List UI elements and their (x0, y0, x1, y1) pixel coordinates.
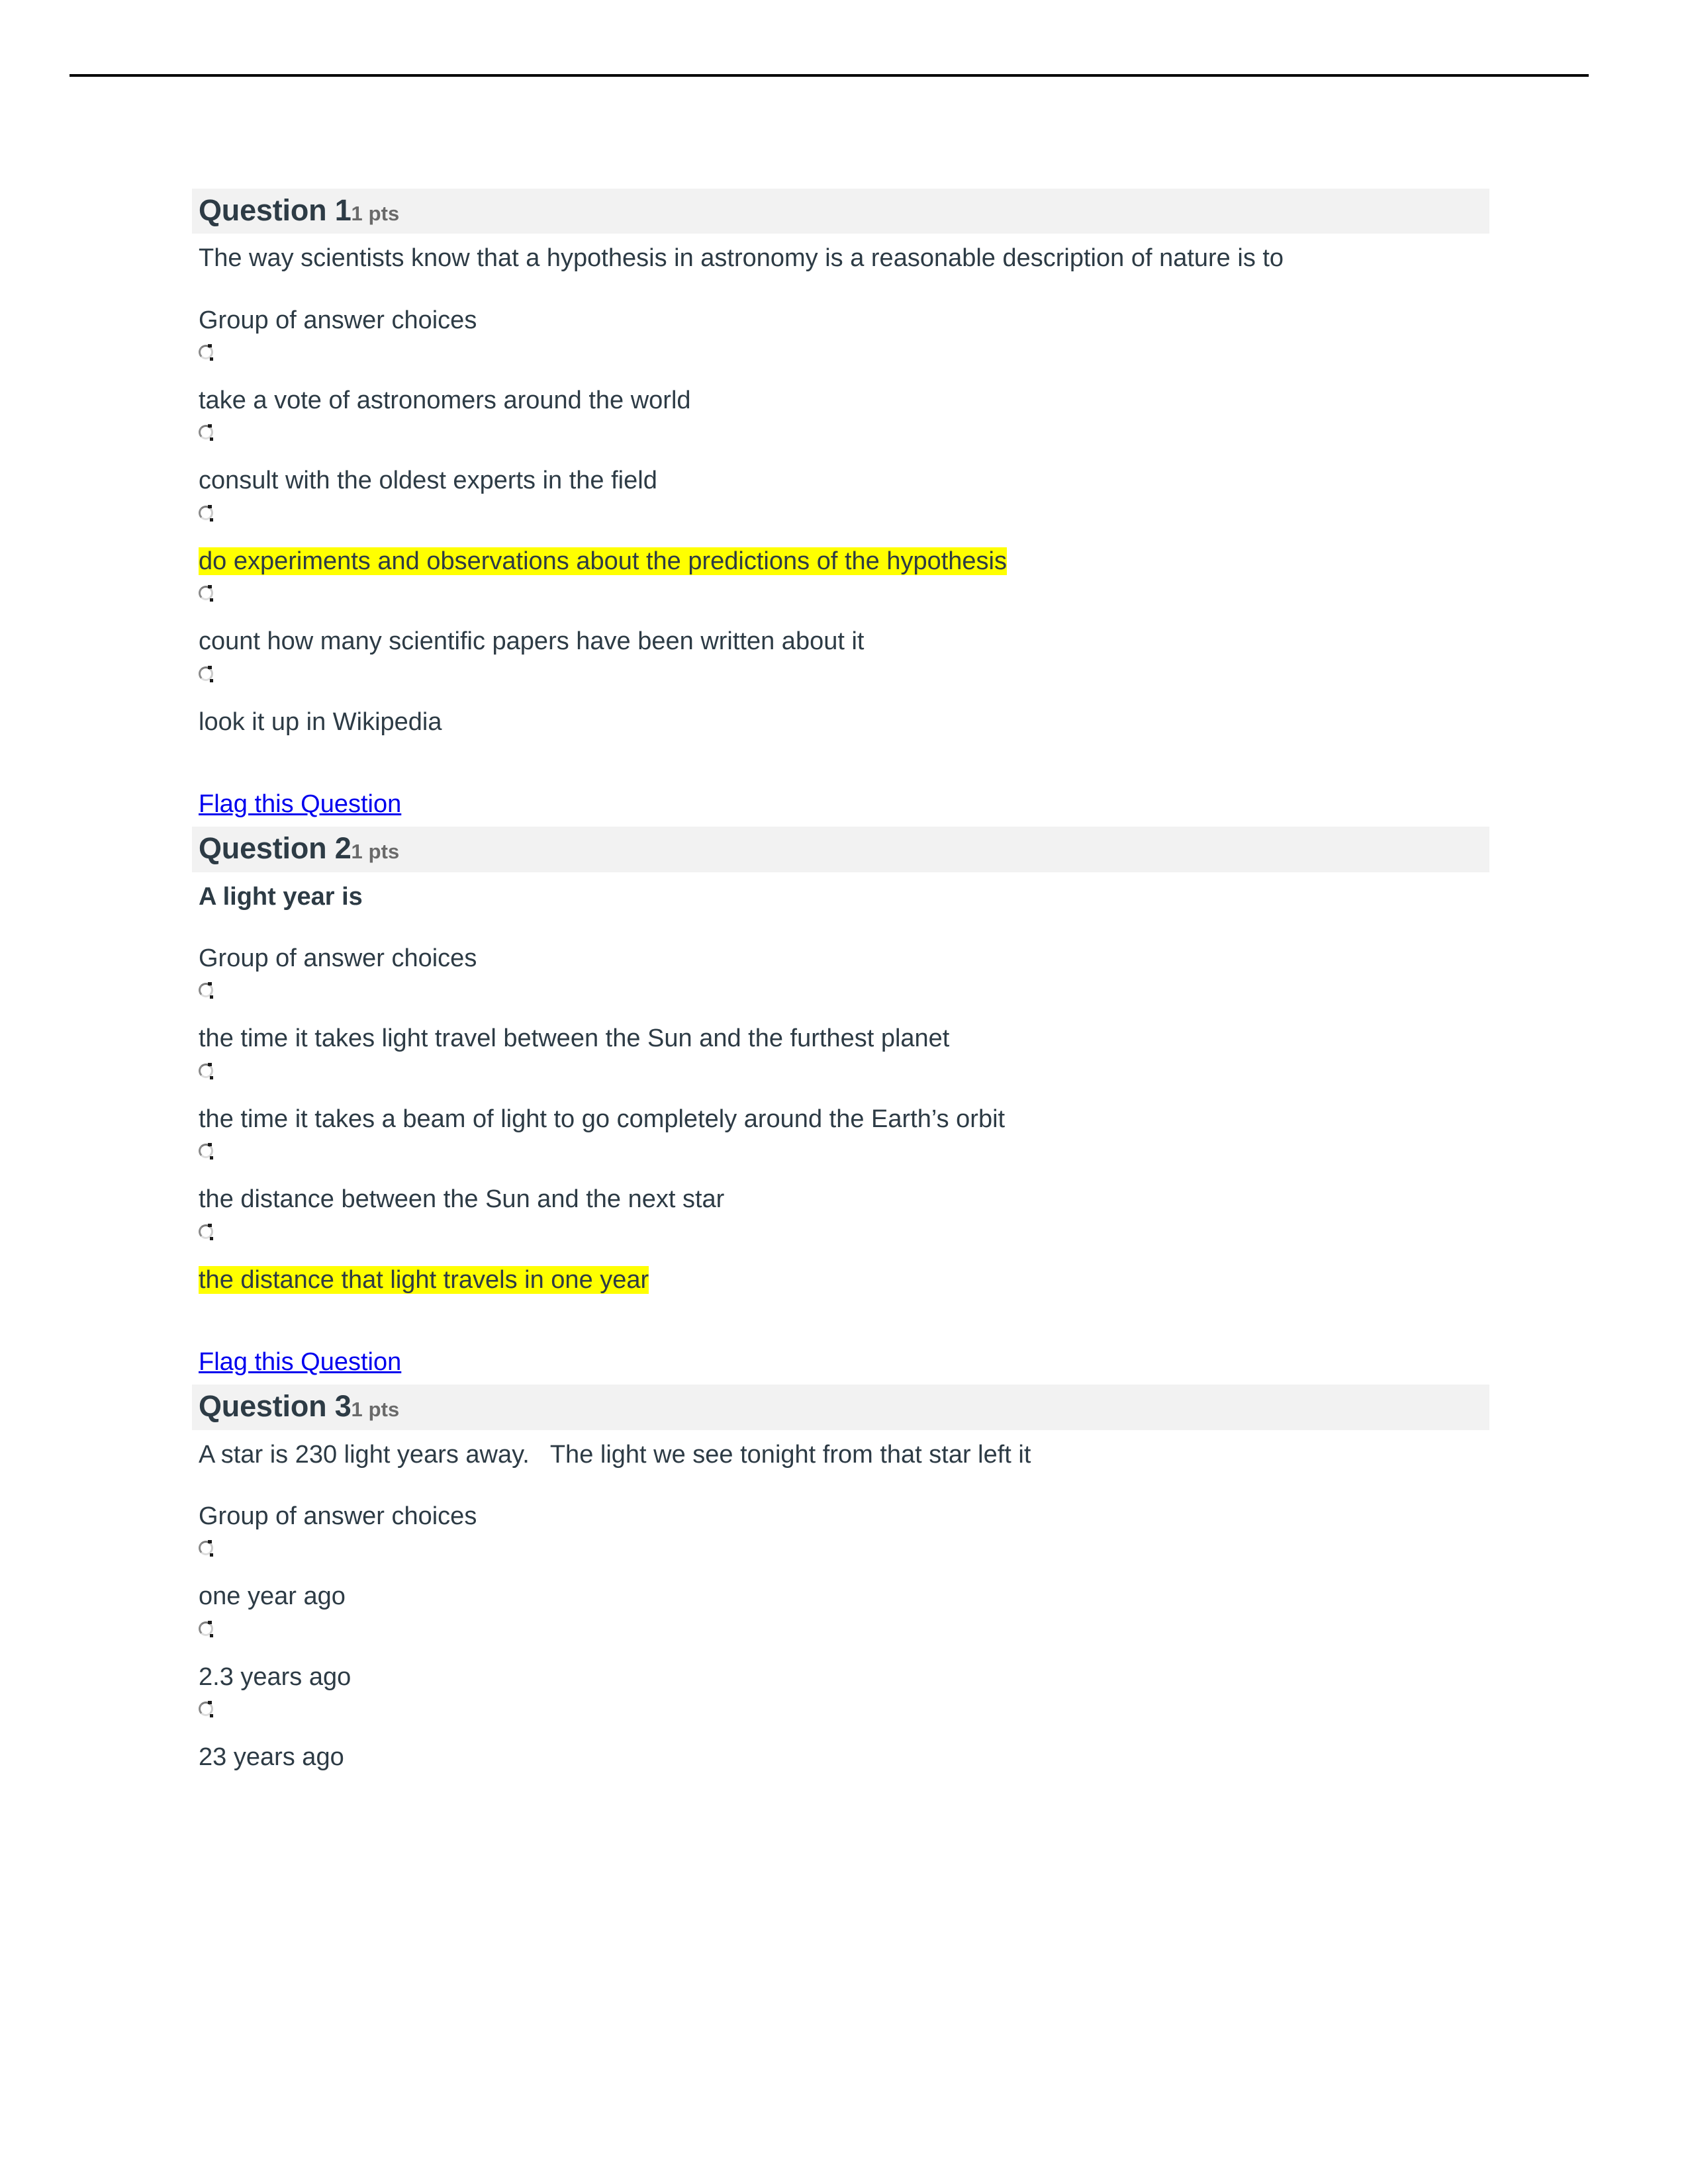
radio-button-icon[interactable] (199, 343, 213, 361)
question-block: Question 21 pts A light year is Group of a… (192, 827, 1489, 1378)
radio-row[interactable] (199, 578, 1489, 616)
question-header: Question 11 pts (192, 189, 1489, 234)
radio-row[interactable] (199, 1136, 1489, 1174)
answer-option[interactable]: the time it takes a beam of light to go … (199, 1056, 1489, 1136)
answer-option[interactable]: the time it takes light travel between t… (199, 975, 1489, 1055)
answer-option-label[interactable]: the distance between the Sun and the nex… (199, 1183, 1489, 1216)
flag-question-wrapper: Flag this Question (199, 789, 1489, 821)
answer-option-label[interactable]: the time it takes a beam of light to go … (199, 1103, 1489, 1136)
answer-option[interactable]: count how many scientific papers have be… (199, 578, 1489, 658)
answer-option[interactable]: the distance between the Sun and the nex… (199, 1136, 1489, 1216)
radio-button-icon[interactable] (199, 1620, 213, 1637)
question-title: Question 3 (199, 1389, 352, 1424)
quiz-content: Question 11 pts The way scientists know t… (192, 189, 1489, 1774)
answer-option-label[interactable]: one year ago (199, 1580, 1489, 1613)
radio-row[interactable] (199, 1056, 1489, 1094)
radio-row[interactable] (199, 337, 1489, 375)
answer-choices-label: Group of answer choices (199, 1502, 477, 1530)
answer-choices-label: Group of answer choices (199, 944, 477, 972)
answer-option[interactable]: look it up in Wikipedia (199, 659, 1489, 739)
radio-row[interactable] (199, 417, 1489, 455)
question-points: 1 pts (351, 1398, 400, 1422)
radio-row[interactable] (199, 1533, 1489, 1571)
quiz-page: Question 11 pts The way scientists know t… (0, 0, 1688, 2184)
question-block: Question 31 pts A star is 230 light years… (192, 1385, 1489, 1774)
radio-button-icon[interactable] (199, 585, 213, 602)
question-header: Question 21 pts (192, 827, 1489, 872)
radio-button-icon[interactable] (199, 982, 213, 999)
radio-button-icon[interactable] (199, 1062, 213, 1079)
radio-button-icon[interactable] (199, 424, 213, 441)
radio-row[interactable] (199, 1694, 1489, 1732)
radio-button-icon[interactable] (199, 1223, 213, 1240)
question-header: Question 31 pts (192, 1385, 1489, 1430)
radio-row[interactable] (199, 659, 1489, 697)
question-stem: The way scientists know that a hypothesi… (199, 244, 1284, 273)
answer-option[interactable]: 2.3 years ago (199, 1614, 1489, 1694)
question-points: 1 pts (351, 202, 400, 225)
flag-question-wrapper: Flag this Question (199, 1347, 1489, 1379)
answer-option-label[interactable]: 2.3 years ago (199, 1661, 1489, 1694)
radio-row[interactable] (199, 975, 1489, 1013)
answer-option[interactable]: 23 years ago (199, 1694, 1489, 1774)
question-stem: A light year is (199, 882, 363, 911)
radio-button-icon[interactable] (199, 1143, 213, 1160)
answer-option[interactable]: do experiments and observations about th… (199, 498, 1489, 578)
answer-option-label[interactable]: 23 years ago (199, 1741, 1489, 1774)
radio-button-icon[interactable] (199, 1701, 213, 1718)
radio-row[interactable] (199, 1614, 1489, 1652)
answer-option-label[interactable]: count how many scientific papers have be… (199, 625, 1489, 658)
highlighted-answer: do experiments and observations about th… (199, 547, 1007, 575)
radio-button-icon[interactable] (199, 504, 213, 522)
answer-option-label[interactable]: do experiments and observations about th… (199, 545, 1489, 578)
radio-row[interactable] (199, 1216, 1489, 1255)
answer-option-label[interactable]: take a vote of astronomers around the wo… (199, 385, 1489, 417)
question-title: Question 2 (199, 831, 352, 866)
answer-option[interactable]: take a vote of astronomers around the wo… (199, 337, 1489, 417)
radio-row[interactable] (199, 498, 1489, 536)
radio-button-icon[interactable] (199, 665, 213, 682)
header-divider-rule (70, 74, 1589, 77)
answer-option-label[interactable]: consult with the oldest experts in the f… (199, 465, 1489, 497)
answer-option[interactable]: the distance that light travels in one y… (199, 1216, 1489, 1297)
question-points: 1 pts (351, 840, 400, 864)
answer-option-label[interactable]: the time it takes light travel between t… (199, 1023, 1489, 1055)
question-block: Question 11 pts The way scientists know t… (192, 189, 1489, 820)
question-stem: A star is 230 light years away. The ligh… (199, 1440, 1031, 1469)
radio-button-icon[interactable] (199, 1540, 213, 1557)
answer-option-label[interactable]: look it up in Wikipedia (199, 706, 1489, 739)
highlighted-answer: the distance that light travels in one y… (199, 1265, 649, 1294)
flag-question-link[interactable]: Flag this Question (199, 1348, 401, 1376)
answer-option-label[interactable]: the distance that light travels in one y… (199, 1264, 1489, 1297)
question-title: Question 1 (199, 193, 352, 227)
answer-choices-label: Group of answer choices (199, 306, 477, 334)
answer-option[interactable]: consult with the oldest experts in the f… (199, 417, 1489, 497)
answer-option[interactable]: one year ago (199, 1533, 1489, 1613)
flag-question-link[interactable]: Flag this Question (199, 790, 401, 818)
